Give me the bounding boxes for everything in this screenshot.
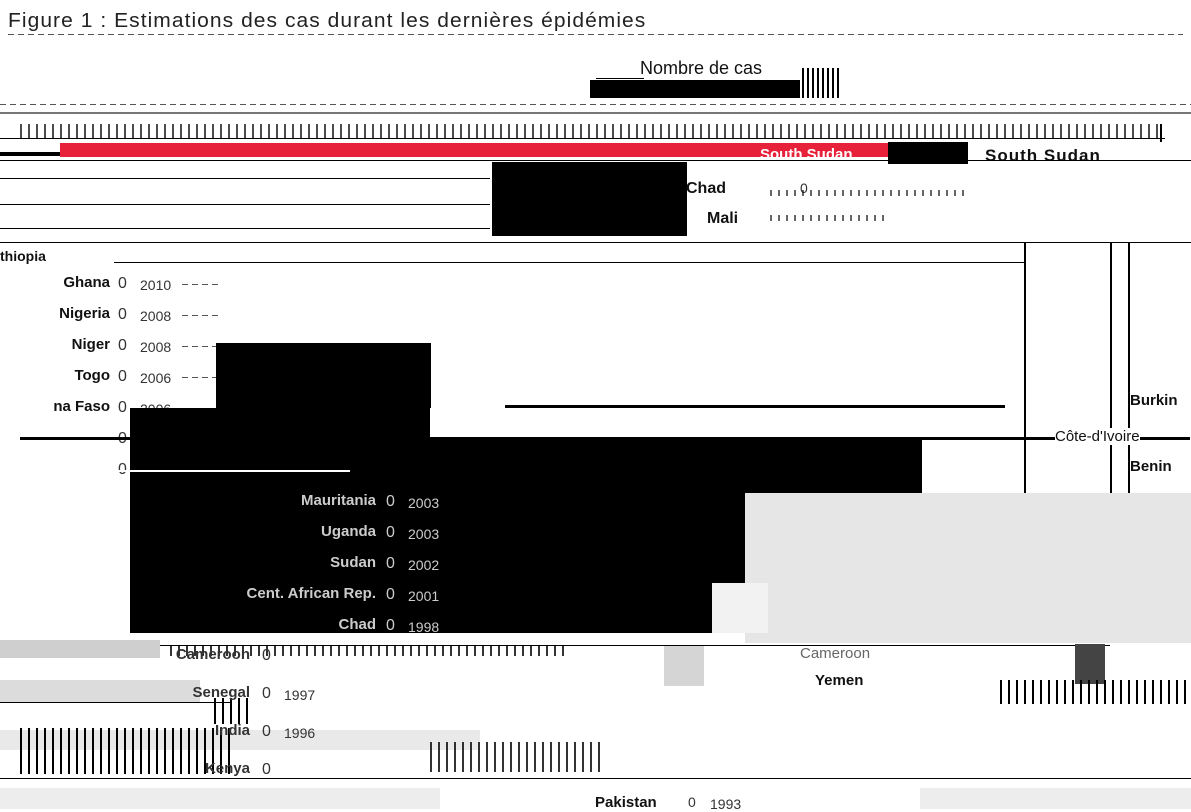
right-grey-panel xyxy=(745,493,1191,643)
row-value: 0 xyxy=(386,586,395,603)
row-value: 0 xyxy=(118,337,127,354)
callout-benin: Benin xyxy=(1130,458,1172,475)
row-value: 0 xyxy=(386,524,395,541)
row-value: 0 xyxy=(386,617,395,634)
row-country: India xyxy=(214,722,250,739)
row-value: 0 xyxy=(262,685,271,702)
row-value: 0 xyxy=(118,399,127,416)
row-country: Uganda xyxy=(320,523,376,540)
row-country: Chad xyxy=(338,616,377,633)
axis-ticks xyxy=(20,124,1160,138)
row-value: 0 xyxy=(262,723,271,740)
count-box xyxy=(590,80,800,98)
row-country: na Faso xyxy=(53,398,110,415)
count-axis-label: Nombre de cas xyxy=(640,58,763,78)
row-year: 2006 xyxy=(140,370,172,386)
callout-burkina: Burkin xyxy=(1130,392,1178,409)
row-value: 0 xyxy=(118,368,127,385)
figure-title: Figure 1 : Estimations des cas durant le… xyxy=(8,10,1183,40)
black-panel-2 xyxy=(130,408,430,493)
row-country: Cent. African Rep. xyxy=(246,585,376,602)
figure-title-text: Figure 1 : Estimations des cas durant le… xyxy=(8,10,647,32)
callout-pakistan: Pakistan xyxy=(595,794,657,811)
axis-strip xyxy=(0,112,1191,114)
callout-south-sudan-right: South Sudan xyxy=(985,146,1101,165)
chad-mali-box xyxy=(492,162,657,236)
row-value: 0 xyxy=(262,647,271,664)
black-panel-1 xyxy=(216,343,431,408)
row-year: 2002 xyxy=(408,557,440,573)
row-value: 0 xyxy=(118,306,127,323)
row-year: 2010 xyxy=(140,277,172,293)
row-value: 0 xyxy=(386,493,395,510)
callout-cameroon: Cameroon xyxy=(800,645,871,662)
row-country: Togo xyxy=(74,367,110,384)
row-year: 2001 xyxy=(408,588,440,604)
row-country: Cameroon xyxy=(175,646,250,663)
pakistan-year: 1993 xyxy=(710,796,742,812)
pakistan-value: 0 xyxy=(688,794,696,810)
row-value: 0 xyxy=(386,555,395,572)
callout-cote-divoire: Côte-d'Ivoire xyxy=(1055,428,1140,445)
black-panel-3 xyxy=(430,438,922,493)
row-country: Kenya xyxy=(204,760,250,777)
row-country: Sudan xyxy=(330,554,376,571)
callout-yemen: Yemen xyxy=(815,672,864,689)
row-year: 1996 xyxy=(284,725,316,741)
row-value: 0 xyxy=(118,275,127,292)
callout-chad: Chad xyxy=(686,180,726,197)
row-year: 2003 xyxy=(408,495,440,511)
row-country: Nigeria xyxy=(59,305,110,322)
row-year: 1997 xyxy=(284,687,316,703)
count-ticks xyxy=(802,68,839,98)
row-year: 1998 xyxy=(408,619,440,635)
row-year: 2003 xyxy=(408,526,440,542)
row-leader xyxy=(182,315,222,316)
row-year: 2008 xyxy=(140,339,172,355)
callout-mali: Mali xyxy=(707,210,739,227)
row-country: Niger xyxy=(71,336,110,353)
row-country: Ghana xyxy=(63,274,110,291)
row-year: 2008 xyxy=(140,308,172,324)
row-leader xyxy=(182,284,222,285)
row-ethiopia: thiopia xyxy=(0,248,46,264)
row-country: Senegal xyxy=(192,684,250,701)
row-country: Mauritania xyxy=(300,492,376,509)
row-value: 0 xyxy=(262,761,271,778)
